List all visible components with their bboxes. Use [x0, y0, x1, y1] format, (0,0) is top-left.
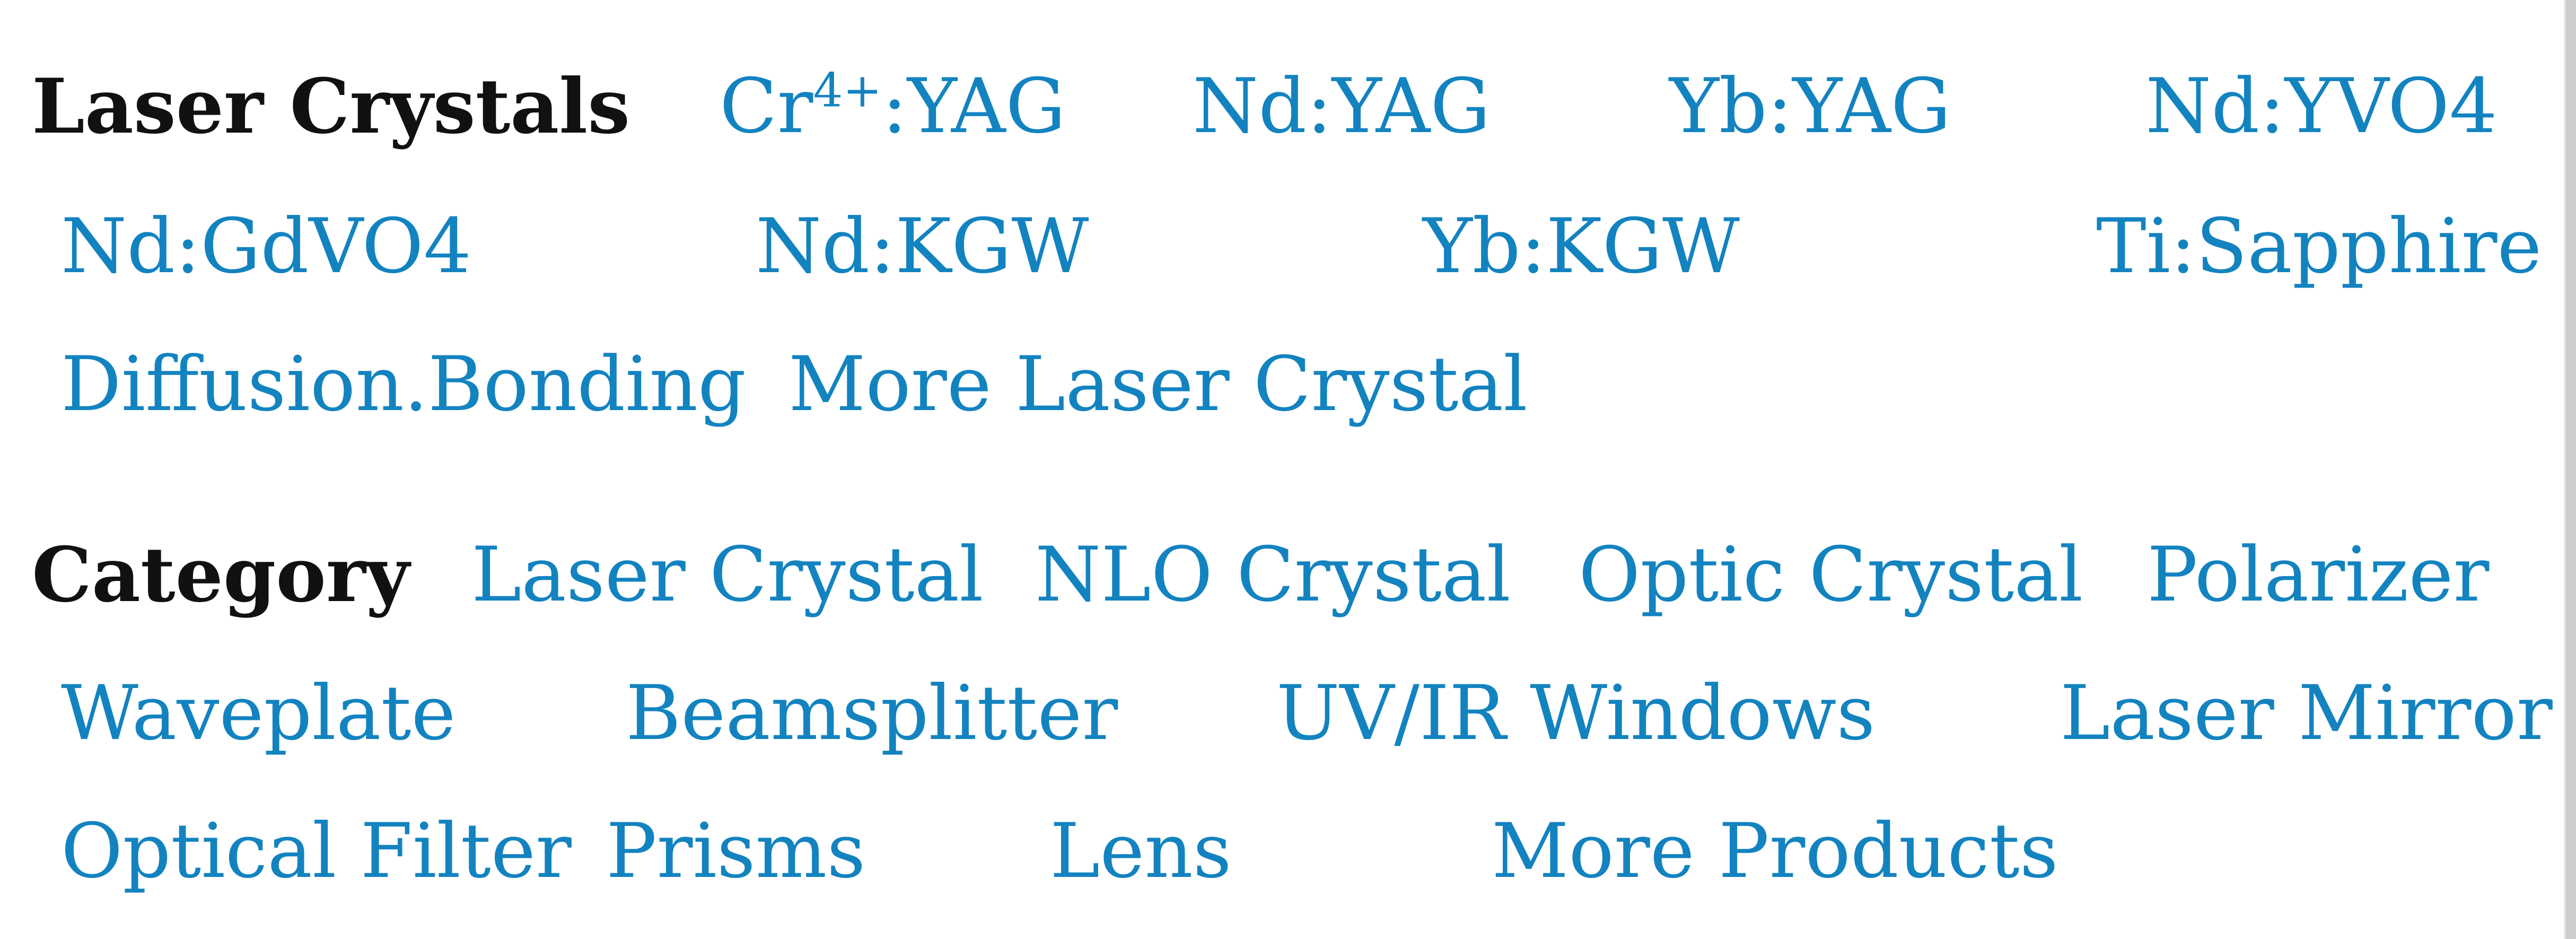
link-ti-sapphire[interactable]: Ti:Sapphire — [2096, 209, 2542, 284]
laser-crystals-heading: Laser Crystals — [32, 63, 630, 151]
link-nlo-crystal[interactable]: NLO Crystal — [1035, 537, 1511, 613]
link-optical-filter[interactable]: Optical Filter — [61, 814, 572, 889]
link-beamsplitter[interactable]: Beamsplitter — [626, 676, 1118, 751]
link-cr-yag[interactable]: Cr4+:YAG — [720, 67, 1066, 144]
link-nd-yag[interactable]: Nd:YAG — [1193, 69, 1491, 144]
link-uv-ir-windows[interactable]: UV/IR Windows — [1276, 676, 1875, 751]
link-yb-yag[interactable]: Yb:YAG — [1669, 69, 1951, 144]
link-nd-gdvo4[interactable]: Nd:GdVO4 — [61, 209, 471, 284]
link-laser-crystal[interactable]: Laser Crystal — [471, 537, 984, 613]
link-optic-crystal[interactable]: Optic Crystal — [1579, 537, 2083, 613]
link-lens[interactable]: Lens — [1050, 814, 1232, 889]
link-nd-yvo4[interactable]: Nd:YVO4 — [2145, 69, 2498, 144]
link-cr-yag-suffix: :YAG — [882, 63, 1066, 150]
link-more-products[interactable]: More Products — [1492, 814, 2058, 889]
vertical-scrollbar[interactable] — [2563, 0, 2576, 939]
link-yb-kgw[interactable]: Yb:KGW — [1423, 209, 1740, 284]
link-more-laser-crystal[interactable]: More Laser Crystal — [788, 347, 1528, 422]
category-heading: Category — [32, 531, 410, 619]
link-nd-kgw[interactable]: Nd:KGW — [756, 209, 1089, 284]
link-cr-yag-label: Cr — [720, 63, 813, 150]
link-laser-mirror[interactable]: Laser Mirror — [2060, 676, 2553, 751]
link-prisms[interactable]: Prisms — [606, 814, 865, 889]
link-waveplate[interactable]: Waveplate — [61, 676, 456, 751]
link-diffusion-bonding[interactable]: Diffusion.Bonding — [61, 347, 746, 422]
link-polarizer[interactable]: Polarizer — [2147, 537, 2489, 613]
link-cr-yag-sup: 4+ — [813, 63, 882, 118]
